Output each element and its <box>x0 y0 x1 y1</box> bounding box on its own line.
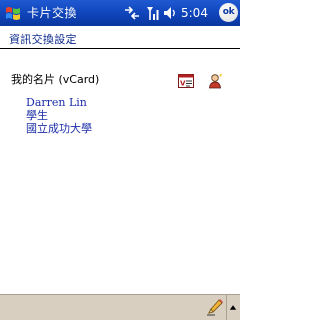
ok-button[interactable]: ok <box>219 3 238 22</box>
clock[interactable]: 5:04 <box>181 5 208 21</box>
page-header: 資訊交換設定 <box>0 26 240 50</box>
header-divider <box>0 48 240 49</box>
my-card-label: 我的名片 (vCard) <box>11 73 100 86</box>
title-bar: 卡片交換 5:04 ok <box>0 0 240 26</box>
card-organization[interactable]: 國立成功大學 <box>26 122 92 135</box>
volume-icon[interactable] <box>163 5 176 21</box>
pencil-input-icon[interactable] <box>205 297 225 317</box>
page-title: 資訊交換設定 <box>9 33 77 46</box>
windows-start-icon[interactable] <box>3 3 23 23</box>
card-role[interactable]: 學生 <box>26 109 48 122</box>
contact-card-icon[interactable] <box>207 73 223 89</box>
vcard-icon[interactable]: V <box>178 74 194 88</box>
svg-text:V: V <box>180 80 186 88</box>
input-menu-arrow-icon[interactable] <box>226 295 239 320</box>
menu-bar <box>0 294 240 320</box>
card-name[interactable]: Darren Lin <box>26 96 87 109</box>
signal-icon[interactable] <box>146 5 160 21</box>
connectivity-icon[interactable] <box>123 5 141 21</box>
app-title: 卡片交換 <box>27 6 78 20</box>
